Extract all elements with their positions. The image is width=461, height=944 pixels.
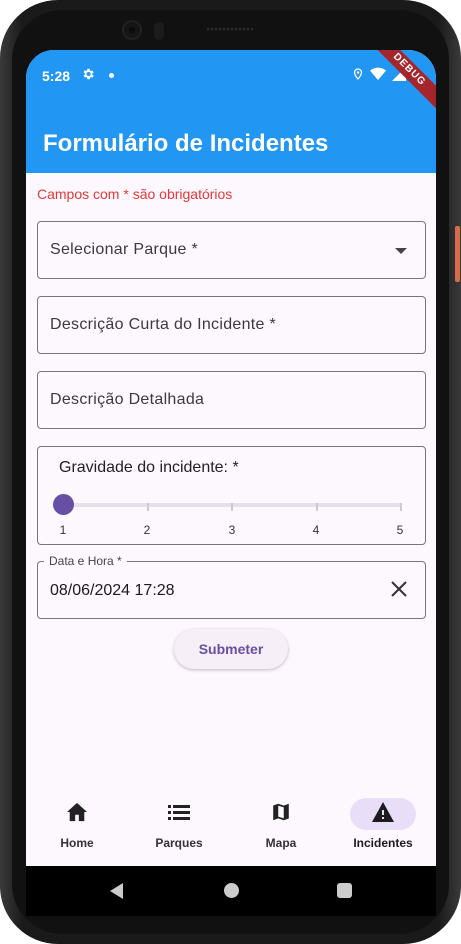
datetime-field[interactable]: Data e Hora * 08/06/2024 17:28 [37,554,426,619]
nav-item-incidentes[interactable]: Incidentes [332,788,434,866]
datetime-label: Data e Hora * [44,554,127,568]
clear-icon[interactable] [389,579,409,599]
detailed-description-label: Descrição Detalhada [50,391,205,408]
slider-label-4: 4 [312,523,320,537]
screen: 5:28 DEBUG Formulário de Incidentes Camp… [26,50,436,866]
park-select-label: Selecionar Parque * [50,241,199,258]
recents-icon[interactable] [337,883,352,898]
settings-icon [81,67,95,85]
system-navigation-bar [26,866,436,916]
nav-icon-container [248,798,314,830]
earpiece-speaker [206,26,254,32]
app-bar: 5:28 DEBUG Formulário de Incidentes [26,50,436,173]
home-circle-icon[interactable] [224,883,239,898]
slider-label-3: 3 [228,523,236,537]
nav-icon-container [44,798,110,830]
notification-dot [109,73,114,78]
dropdown-arrow-icon [395,248,407,254]
slider-label-1: 1 [59,523,67,537]
back-icon[interactable] [110,883,123,899]
home-icon [66,802,88,827]
park-select[interactable]: Selecionar Parque * [37,221,426,279]
location-icon [352,67,364,86]
nav-label-parques: Parques [155,836,203,850]
sensor [154,22,164,40]
slider-tick [400,503,402,511]
datetime-value: 08/06/2024 17:28 [50,582,175,599]
nav-item-mapa[interactable]: Mapa [230,788,332,866]
nav-icon-container-active [350,798,416,830]
map-icon [270,801,292,828]
slider-tick [231,503,233,511]
power-button [455,226,460,282]
wifi-icon [370,67,386,86]
nav-label-incidentes: Incidentes [353,836,413,850]
severity-title: Gravidade do incidente: * [59,459,239,476]
severity-slider-thumb[interactable] [53,494,74,515]
nav-item-home[interactable]: Home [26,788,128,866]
slider-tick [147,503,149,511]
nav-label-home: Home [60,836,94,850]
warning-icon [371,801,395,828]
status-time: 5:28 [42,68,71,84]
severity-slider-group: Gravidade do incidente: * 1 2 3 4 5 [37,446,426,545]
list-icon [168,803,190,826]
page-title: Formulário de Incidentes [43,130,329,157]
nav-label-mapa: Mapa [265,836,297,850]
detailed-description-input[interactable]: Descrição Detalhada [37,371,426,429]
slider-label-2: 2 [143,523,151,537]
short-description-label: Descrição Curta do Incidente * [50,316,276,333]
submit-button[interactable]: Submeter [174,629,288,669]
nav-icon-container [146,798,212,830]
front-camera [122,20,142,40]
short-description-input[interactable]: Descrição Curta do Incidente * [37,296,426,354]
bottom-navigation: Home Parques Mapa Incidentes [26,788,436,866]
slider-tick [316,503,318,511]
required-fields-note: Campos com * são obrigatórios [37,186,233,202]
nav-item-parques[interactable]: Parques [128,788,230,866]
slider-label-5: 5 [396,523,404,537]
